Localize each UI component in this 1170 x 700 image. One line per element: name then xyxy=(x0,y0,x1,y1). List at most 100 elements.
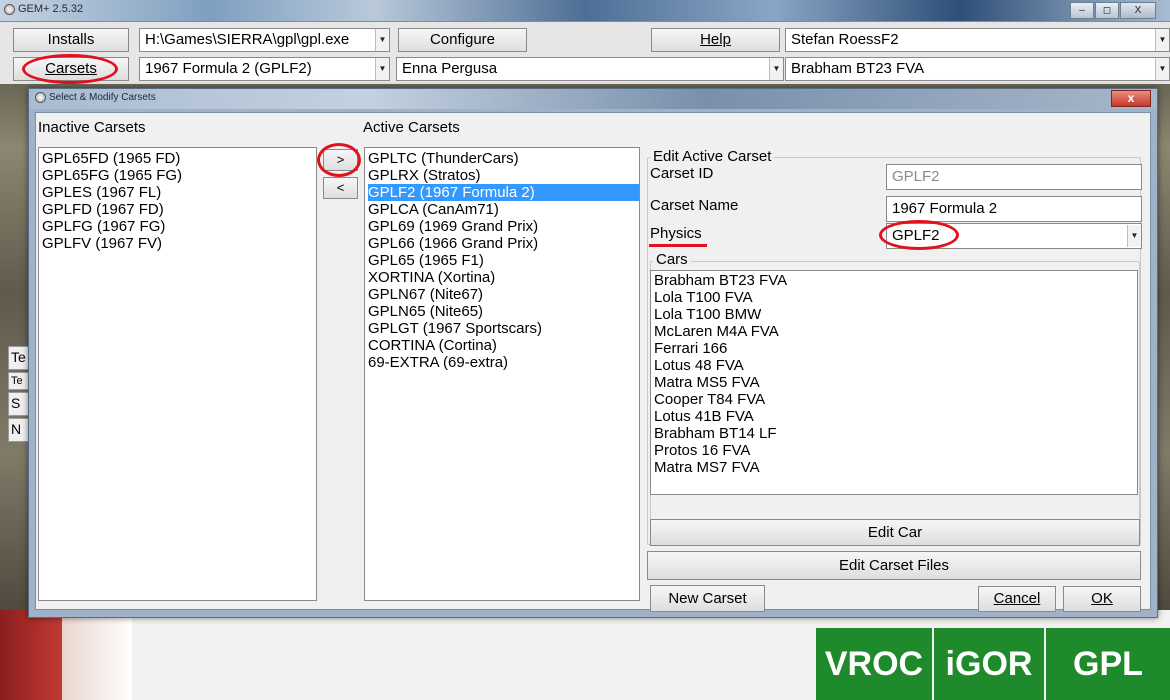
configure-button[interactable]: Configure xyxy=(398,28,527,52)
driver-value: Stefan RoessF2 xyxy=(791,31,899,48)
ok-label: OK xyxy=(1091,590,1113,607)
inactive-carset-item[interactable]: GPLFG (1967 FG) xyxy=(42,218,316,235)
active-carset-item[interactable]: GPLTC (ThunderCars) xyxy=(368,150,639,167)
inactive-carset-item[interactable]: GPL65FG (1965 FG) xyxy=(42,167,316,184)
main-title-bar: GEM+ 2.5.32 – ◻ X xyxy=(0,0,1170,22)
driver-dropdown-icon[interactable]: ▼ xyxy=(1155,29,1169,51)
car-item[interactable]: Cooper T84 FVA xyxy=(654,391,1137,408)
maximize-button[interactable]: ◻ xyxy=(1095,2,1119,19)
carset-name-field[interactable]: 1967 Formula 2 xyxy=(886,196,1142,222)
active-carset-item[interactable]: 69-EXTRA (69-extra) xyxy=(368,354,639,371)
physics-dropdown-icon[interactable]: ▼ xyxy=(1127,225,1141,247)
bg-scrap-4: N xyxy=(8,418,30,442)
edit-carset-files-label: Edit Carset Files xyxy=(838,557,950,574)
main-title: GEM+ 2.5.32 xyxy=(4,3,83,15)
help-button[interactable]: Help xyxy=(651,28,780,52)
track-select[interactable]: Enna Pergusa ▼ xyxy=(396,57,784,81)
active-carset-item[interactable]: GPLRX (Stratos) xyxy=(368,167,639,184)
driver-select[interactable]: Stefan RoessF2 ▼ xyxy=(785,28,1170,52)
logo-igor: iGOR xyxy=(932,628,1044,700)
logo-gpl: GPL xyxy=(1044,628,1170,700)
car-item[interactable]: Lotus 48 FVA xyxy=(654,357,1137,374)
logo-vroc: VROC xyxy=(814,628,932,700)
physics-select[interactable]: GPLF2 ▼ xyxy=(886,223,1142,249)
ok-button[interactable]: OK xyxy=(1063,586,1141,612)
dialog-title: Select & Modify Carsets xyxy=(35,92,156,103)
active-carset-item[interactable]: GPL65 (1965 F1) xyxy=(368,252,639,269)
app-icon xyxy=(4,3,15,15)
active-carset-item[interactable]: GPL66 (1966 Grand Prix) xyxy=(368,235,639,252)
track-value: Enna Pergusa xyxy=(402,60,498,77)
cars-list[interactable]: Brabham BT23 FVA Lola T100 FVA Lola T100 B… xyxy=(650,270,1138,495)
car-select[interactable]: Brabham BT23 FVA ▼ xyxy=(785,57,1170,81)
main-title-text: GEM+ 2.5.32 xyxy=(18,3,84,15)
active-carset-item[interactable]: GPLCA (CanAm71) xyxy=(368,201,639,218)
car-item[interactable]: McLaren M4A FVA xyxy=(654,323,1137,340)
install-path-value: H:\Games\SIERRA\gpl\gpl.exe xyxy=(145,31,350,48)
active-carset-item[interactable]: GPL69 (1969 Grand Prix) xyxy=(368,218,639,235)
active-carsets-list[interactable]: GPLTC (ThunderCars) GPLRX (Stratos) GPLF2 … xyxy=(364,147,640,601)
inactive-carsets-label: Inactive Carsets xyxy=(38,119,146,136)
select-modify-carsets-dialog: Select & Modify Carsets x Inactive Carse… xyxy=(28,88,1158,618)
close-button[interactable]: X xyxy=(1120,2,1156,19)
active-carset-item[interactable]: CORTINA (Cortina) xyxy=(368,337,639,354)
car-item[interactable]: Protos 16 FVA xyxy=(654,442,1137,459)
car-item[interactable]: Brabham BT23 FVA xyxy=(654,272,1137,289)
car-item[interactable]: Ferrari 166 xyxy=(654,340,1137,357)
flag-red-stripe xyxy=(0,610,62,700)
car-item[interactable]: Matra MS5 FVA xyxy=(654,374,1137,391)
dialog-title-text: Select & Modify Carsets xyxy=(49,92,156,103)
carset-value: 1967 Formula 2 (GPLF2) xyxy=(145,60,312,77)
active-carset-item[interactable]: XORTINA (Xortina) xyxy=(368,269,639,286)
edit-carset-files-button[interactable]: Edit Carset Files xyxy=(647,551,1141,580)
dialog-title-bar[interactable]: Select & Modify Carsets x xyxy=(29,89,1157,109)
dialog-close-button[interactable]: x xyxy=(1111,90,1151,107)
move-to-inactive-button[interactable]: < xyxy=(323,177,358,199)
cancel-label: Cancel xyxy=(993,590,1041,607)
active-carset-item[interactable]: GPLF2 (1967 Formula 2) xyxy=(368,184,639,201)
inactive-carsets-list[interactable]: GPL65FD (1965 FD) GPL65FG (1965 FG) GPLES … xyxy=(38,147,317,601)
flag-white-stripe xyxy=(62,610,132,700)
bg-scrap-3: S xyxy=(8,392,30,416)
car-item[interactable]: Lotus 41B FVA xyxy=(654,408,1137,425)
new-carset-button[interactable]: New Carset xyxy=(650,585,765,612)
carset-select[interactable]: 1967 Formula 2 (GPLF2) ▼ xyxy=(139,57,390,81)
installs-button[interactable]: Installs xyxy=(13,28,129,52)
carset-dropdown-icon[interactable]: ▼ xyxy=(375,58,389,80)
cars-legend: Cars xyxy=(653,251,691,268)
inactive-carset-item[interactable]: GPLFD (1967 FD) xyxy=(42,201,316,218)
install-path-select[interactable]: H:\Games\SIERRA\gpl\gpl.exe ▼ xyxy=(139,28,390,52)
edit-car-label: Edit Car xyxy=(867,524,923,541)
inactive-carset-item[interactable]: GPLFV (1967 FV) xyxy=(42,235,316,252)
cancel-button[interactable]: Cancel xyxy=(978,586,1056,612)
carsets-button[interactable]: Carsets xyxy=(13,57,129,81)
help-button-label: Help xyxy=(700,31,731,48)
carsets-button-label: Carsets xyxy=(45,60,97,77)
car-dropdown-icon[interactable]: ▼ xyxy=(1155,58,1169,80)
physics-label: Physics xyxy=(650,225,702,242)
active-carset-item[interactable]: GPLN65 (Nite65) xyxy=(368,303,639,320)
physics-underline-annotation xyxy=(649,244,707,247)
main-toolbar: Installs H:\Games\SIERRA\gpl\gpl.exe ▼ C… xyxy=(0,22,1170,84)
active-carsets-label: Active Carsets xyxy=(363,119,460,136)
car-value: Brabham BT23 FVA xyxy=(791,60,925,77)
car-item[interactable]: Brabham BT14 LF xyxy=(654,425,1137,442)
car-item[interactable]: Matra MS7 FVA xyxy=(654,459,1137,476)
move-to-active-button[interactable]: > xyxy=(323,149,358,171)
physics-value: GPLF2 xyxy=(892,227,940,244)
active-carset-item[interactable]: GPLN67 (Nite67) xyxy=(368,286,639,303)
dialog-client-area: Inactive Carsets Active Carsets GPL65FD … xyxy=(35,112,1151,612)
inactive-carset-item[interactable]: GPLES (1967 FL) xyxy=(42,184,316,201)
car-item[interactable]: Lola T100 FVA xyxy=(654,289,1137,306)
track-dropdown-icon[interactable]: ▼ xyxy=(769,58,783,80)
install-path-dropdown-icon[interactable]: ▼ xyxy=(375,29,389,51)
minimize-button[interactable]: – xyxy=(1070,2,1094,19)
carset-id-field: GPLF2 xyxy=(886,164,1142,190)
bg-scrap-1: Te xyxy=(8,346,30,370)
carset-id-label: Carset ID xyxy=(650,165,714,182)
bg-scrap-2: Te xyxy=(8,372,30,390)
inactive-carset-item[interactable]: GPL65FD (1965 FD) xyxy=(42,150,316,167)
edit-car-button[interactable]: Edit Car xyxy=(650,519,1140,546)
car-item[interactable]: Lola T100 BMW xyxy=(654,306,1137,323)
active-carset-item[interactable]: GPLGT (1967 Sportscars) xyxy=(368,320,639,337)
